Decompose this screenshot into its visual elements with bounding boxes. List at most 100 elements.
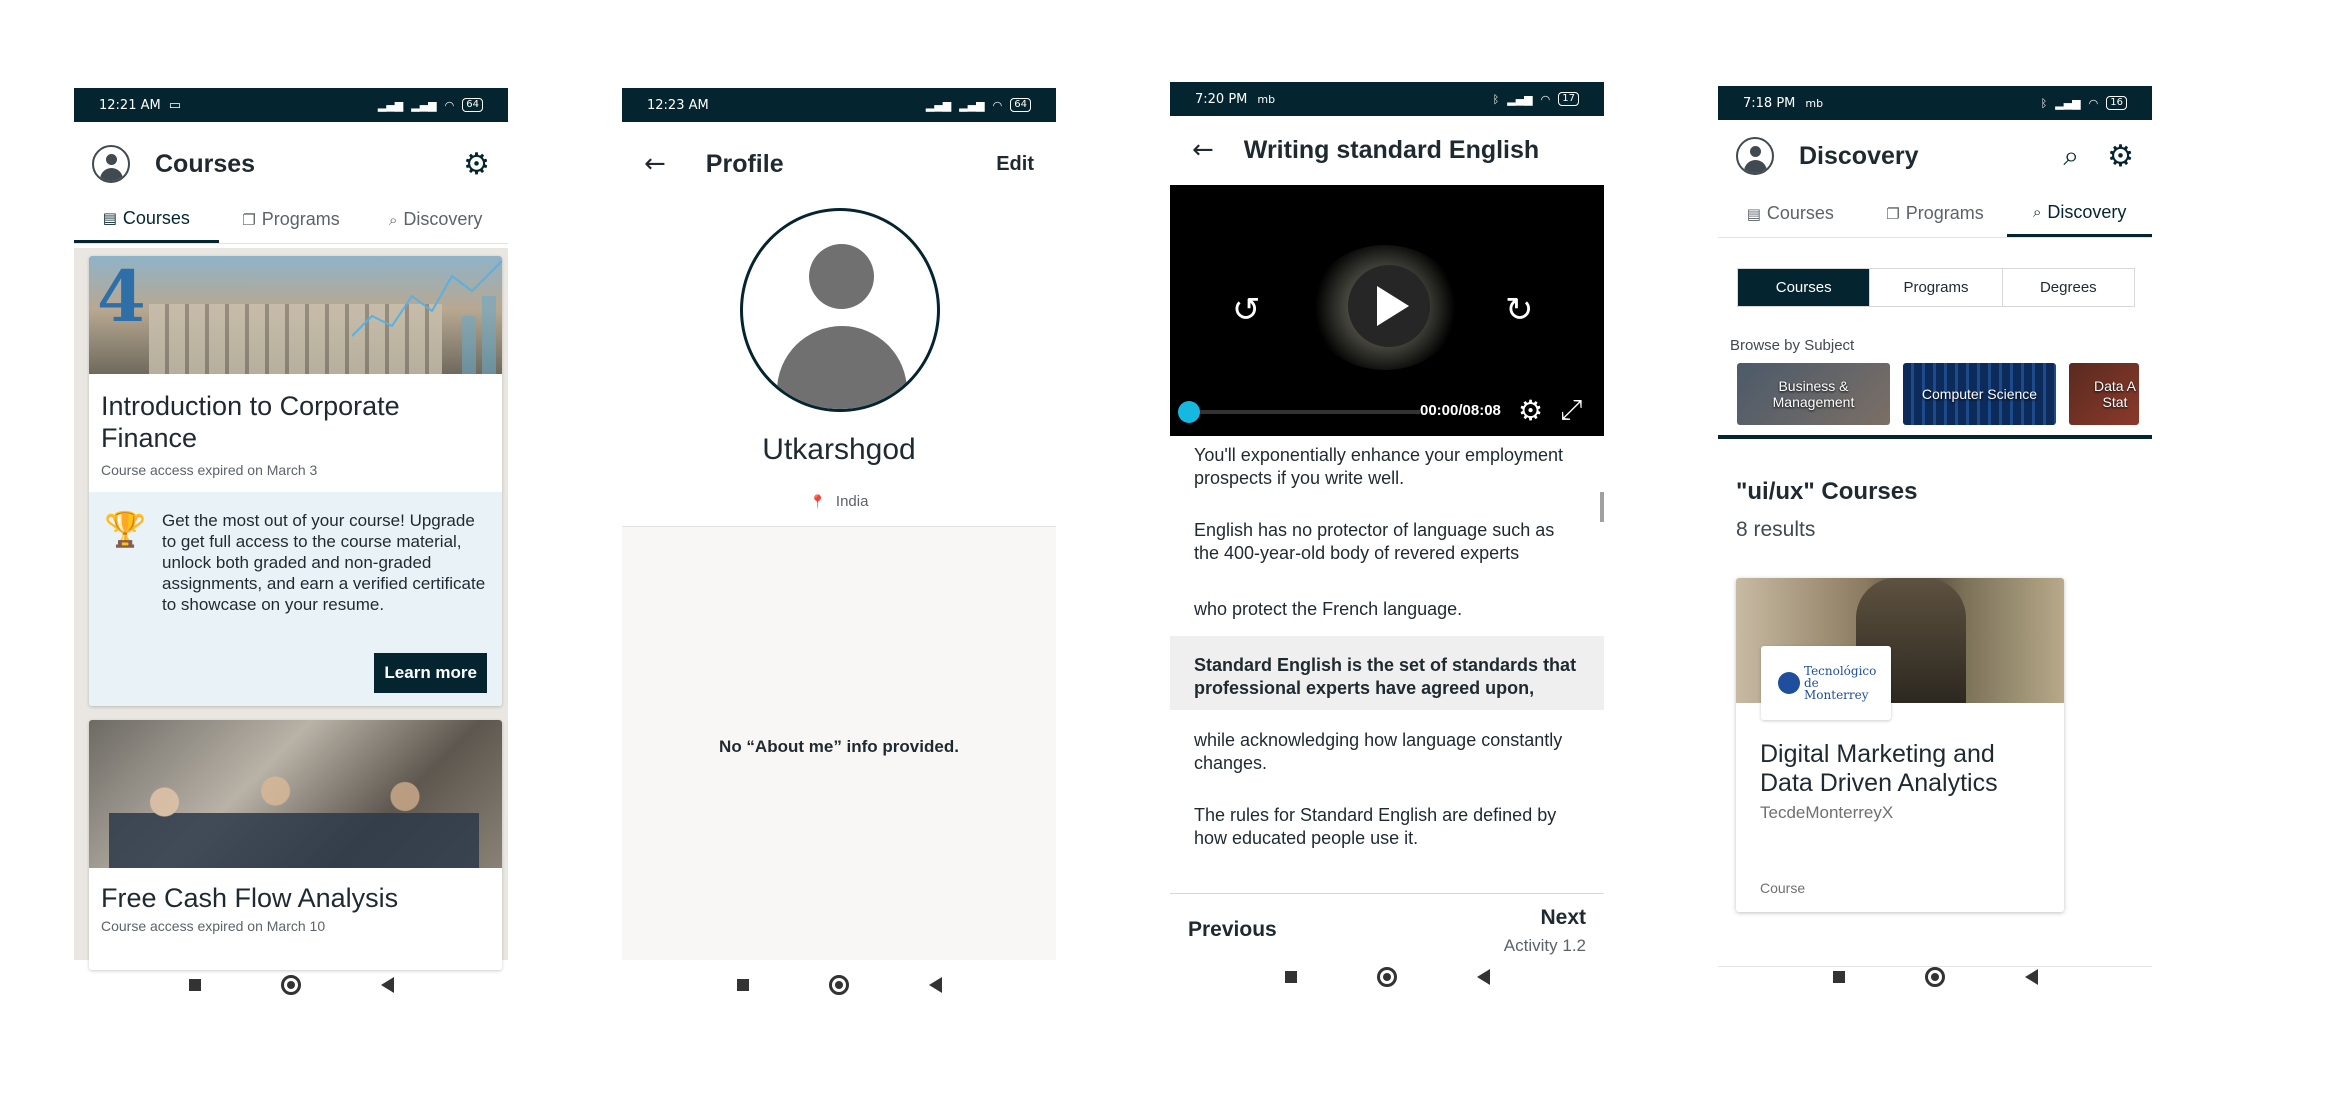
course-result-card[interactable]: Tecnológico de Monterrey Digital Marketi… [1736,578,2064,912]
scrollbar[interactable] [1600,492,1604,522]
app-bar: Courses ⚙ [74,134,508,194]
learn-more-button[interactable]: Learn more [374,653,487,693]
back-button[interactable] [2024,969,2038,985]
course-image: 4 [89,256,502,374]
segment-programs[interactable]: Programs [1870,269,2003,306]
tab-programs[interactable]: ❐ Programs [1863,190,2008,237]
main-tabs: ▤ Courses ❐ Programs ⌕ Discovery [1718,190,2152,238]
course-card[interactable]: Free Cash Flow Analysis Course access ex… [89,720,502,970]
home-button[interactable] [828,975,849,995]
signal-icon: ▂▄▆ [411,98,437,112]
page-title: Courses [155,149,256,178]
transcript-line[interactable]: You'll exponentially enhance your employ… [1194,444,1580,490]
app-bar: ← Writing standard English [1170,118,1604,182]
wifi-icon: ◠ [1540,92,1551,106]
status-icons: ᛒ ▂▄▆ ◠ 16 [2041,96,2127,110]
battery-icon: 64 [1010,98,1031,112]
previous-button[interactable]: Previous [1188,918,1277,942]
profile-icon[interactable] [1736,137,1774,175]
course-type: Course [1760,880,1806,896]
back-button[interactable] [380,977,394,993]
status-bar: 12:21 AM ▭ ▂▄▆ ▂▄▆ ◠ 64 [74,88,508,122]
course-card[interactable]: 4 Introduction to Corporate Finance Cour… [89,256,502,706]
seek-handle[interactable] [1178,401,1200,423]
page-title: Profile [705,149,784,178]
subject-chip-computer-science[interactable]: Computer Science [1903,363,2056,425]
status-extra: mb [1805,96,1824,110]
battery-icon: 16 [2106,96,2127,110]
recents-button[interactable] [188,979,201,991]
home-button[interactable] [1376,967,1397,987]
settings-gear-icon[interactable]: ⚙ [463,147,490,182]
browse-subject-label: Browse by Subject [1730,337,1855,354]
edit-button[interactable]: Edit [996,153,1034,176]
tab-courses[interactable]: ▤ Courses [1718,190,1863,237]
back-button[interactable] [1476,969,1490,985]
chart-graphic [352,260,502,374]
battery-icon: 64 [462,98,483,112]
results-title: "ui/ux" Courses [1736,478,1918,505]
android-nav-bar [1718,952,2152,998]
screen-profile: 12:23 AM ▂▄▆ ▂▄▆ ◠ 64 ← Profile Edit Utk… [622,88,1056,1000]
recents-button[interactable] [736,979,749,991]
play-button[interactable] [1348,265,1430,347]
tab-courses[interactable]: ▤ Courses [74,196,219,243]
signal-icon: ▂▄▆ [1507,92,1533,106]
segment-courses[interactable]: Courses [1738,269,1871,306]
recents-button[interactable] [1832,971,1845,983]
status-bar: 12:23 AM ▂▄▆ ▂▄▆ ◠ 64 [622,88,1056,122]
about-panel: No “About me” info provided. [622,526,1056,960]
android-nav-bar [622,960,1056,1000]
home-button[interactable] [1924,967,1945,987]
subject-chip-business[interactable]: Business & Management [1737,363,1890,425]
course-logo: 4 [97,256,146,338]
signal-icon: ▂▄▆ [377,98,404,112]
segment-degrees[interactable]: Degrees [2003,269,2134,306]
course-org: TecdeMonterreyX [1760,803,1894,822]
rewind-icon[interactable]: ↺ [1232,290,1261,330]
status-extra: mb [1257,92,1276,106]
status-icons: ᛒ ▂▄▆ ◠ 17 [1493,92,1579,106]
location-pin-icon: 📍 [809,495,826,510]
back-button[interactable] [928,977,942,993]
profile-icon[interactable] [92,145,130,183]
course-image [89,720,502,868]
video-settings-icon[interactable]: ⚙ [1518,394,1543,427]
search-icon: ⌕ [388,210,398,229]
recents-button[interactable] [1284,971,1297,983]
signal-icon: ▂▄▆ [925,98,952,112]
results-count: 8 results [1736,518,1816,541]
transcript-line[interactable]: who protect the French language. [1194,598,1580,621]
back-arrow-icon[interactable]: ← [644,149,666,179]
avatar [740,208,940,412]
transcript-line[interactable]: The rules for Standard English are defin… [1194,804,1580,850]
course-title: Digital Marketing and Data Driven Analyt… [1760,740,1998,797]
institution-logo: Tecnológico de Monterrey [1761,646,1891,720]
tab-discovery[interactable]: ⌕ Discovery [2007,190,2152,237]
course-status: Course access expired on March 10 [101,918,326,934]
video-player[interactable]: ↺ ↻ 00:00/08:08 ⚙ ⤢ [1170,185,1604,436]
tab-discovery[interactable]: ⌕ Discovery [363,196,508,243]
course-list: 4 Introduction to Corporate Finance Cour… [74,248,508,970]
subject-chip-data[interactable]: Data A Stat [2069,363,2139,425]
upgrade-panel: 🏆 Get the most out of your course! Upgra… [89,492,502,706]
search-icon[interactable]: ⌕ [2063,139,2079,173]
course-title: Introduction to Corporate Finance [101,391,400,453]
tab-programs[interactable]: ❐ Programs [219,196,364,243]
transcript-line[interactable]: while acknowledging how language constan… [1194,729,1580,775]
android-nav-bar [1170,952,1604,994]
transcript-line-active[interactable]: Standard English is the set of standards… [1194,654,1580,700]
next-button[interactable]: Next [1540,906,1586,930]
wifi-icon: ◠ [992,98,1003,112]
forward-icon[interactable]: ↻ [1505,290,1534,330]
location: 📍 India [809,493,869,510]
battery-icon: 17 [1558,92,1579,106]
seek-bar[interactable] [1182,410,1420,414]
home-button[interactable] [280,975,301,995]
settings-gear-icon[interactable]: ⚙ [2107,139,2134,174]
transcript-line[interactable]: English has no protector of language suc… [1194,519,1580,565]
back-arrow-icon[interactable]: ← [1192,135,1214,165]
divider [1718,435,2152,439]
status-bar: 7:18 PM mb ᛒ ▂▄▆ ◠ 16 [1718,86,2152,120]
fullscreen-icon[interactable]: ⤢ [1560,393,1582,427]
